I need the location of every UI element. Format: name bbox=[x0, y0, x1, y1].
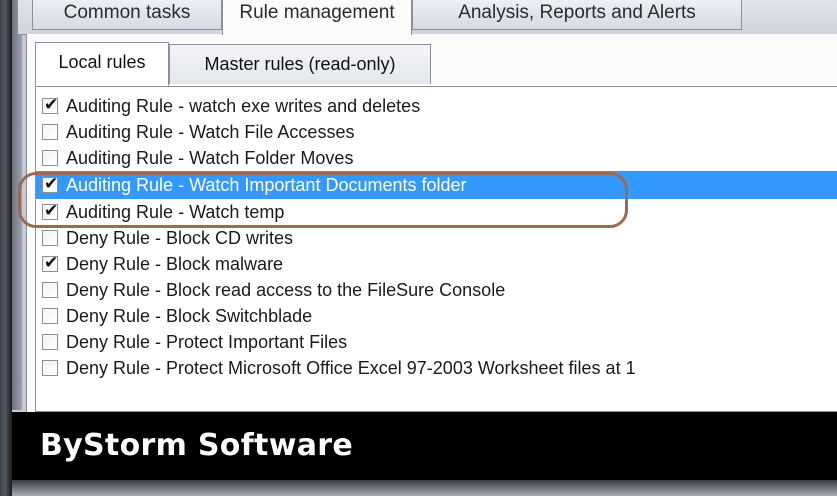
rule-management-panel: Local rules Master rules (read-only) ✔ A… bbox=[26, 34, 837, 412]
rule-label: Deny Rule - Protect Microsoft Office Exc… bbox=[66, 358, 636, 378]
rule-label: Auditing Rule - Watch File Accesses bbox=[66, 122, 355, 142]
tab-master-rules[interactable]: Master rules (read-only) bbox=[169, 44, 431, 84]
rule-row[interactable]: Auditing Rule - Watch Folder Moves bbox=[36, 145, 837, 171]
rule-checkbox[interactable]: ✔ bbox=[42, 174, 58, 194]
rule-row[interactable]: Deny Rule - Block read access to the Fil… bbox=[36, 277, 837, 303]
rule-row[interactable]: ✔ Deny Rule - Block malware bbox=[36, 251, 837, 277]
tab-analysis-reports-alerts[interactable]: Analysis, Reports and Alerts bbox=[412, 0, 742, 30]
rule-row-selected[interactable]: ✔ Auditing Rule - Watch Important Docume… bbox=[36, 171, 837, 199]
rule-label: Auditing Rule - Watch temp bbox=[66, 202, 285, 222]
rule-label: Deny Rule - Block read access to the Fil… bbox=[66, 280, 506, 300]
rule-row[interactable]: Deny Rule - Block Switchblade bbox=[36, 303, 837, 329]
brand-name: ByStorm Software bbox=[40, 428, 353, 463]
tab-local-rules[interactable]: Local rules bbox=[35, 42, 169, 86]
rule-label: Deny Rule - Block malware bbox=[66, 254, 284, 274]
rule-label: Deny Rule - Block Switchblade bbox=[66, 306, 313, 326]
rule-label: Auditing Rule - Watch Important Document… bbox=[66, 175, 467, 195]
rule-checkbox[interactable] bbox=[42, 150, 58, 166]
checkmark-icon: ✔ bbox=[44, 253, 59, 273]
rule-label: Auditing Rule - watch exe writes and del… bbox=[66, 96, 421, 116]
rule-label: Deny Rule - Block CD writes bbox=[66, 228, 294, 248]
rule-row[interactable]: Deny Rule - Protect Important Files bbox=[36, 329, 837, 355]
rule-label: Auditing Rule - Watch Folder Moves bbox=[66, 148, 354, 168]
rule-label: Deny Rule - Protect Important Files bbox=[66, 332, 348, 352]
rules-tab-strip: Local rules Master rules (read-only) bbox=[35, 42, 837, 86]
rule-checkbox[interactable] bbox=[42, 230, 58, 246]
rule-checkbox[interactable] bbox=[42, 124, 58, 140]
rule-row[interactable]: Deny Rule - Protect Microsoft Office Exc… bbox=[36, 355, 837, 381]
checkmark-icon: ✔ bbox=[44, 174, 59, 194]
rule-checkbox[interactable]: ✔ bbox=[42, 95, 58, 115]
tab-rule-management[interactable]: Rule management bbox=[222, 0, 412, 35]
rule-checkbox[interactable] bbox=[42, 360, 58, 376]
rule-row[interactable]: ✔ Auditing Rule - Watch temp bbox=[36, 199, 837, 225]
window-frame-inner bbox=[12, 0, 22, 410]
rule-checkbox[interactable] bbox=[42, 334, 58, 350]
checkmark-icon: ✔ bbox=[44, 201, 59, 221]
rule-row[interactable]: ✔ Auditing Rule - watch exe writes and d… bbox=[36, 93, 837, 119]
window-bottom-edge bbox=[12, 480, 837, 496]
rule-checkbox[interactable]: ✔ bbox=[42, 253, 58, 273]
rule-checkbox[interactable]: ✔ bbox=[42, 201, 58, 221]
rule-row[interactable]: Auditing Rule - Watch File Accesses bbox=[36, 119, 837, 145]
main-tab-strip: Common tasks Rule management Analysis, R… bbox=[18, 0, 837, 35]
window-frame-edge bbox=[0, 0, 12, 496]
rules-checklist[interactable]: ✔ Auditing Rule - watch exe writes and d… bbox=[35, 86, 837, 412]
rule-checkbox[interactable] bbox=[42, 308, 58, 324]
tab-common-tasks[interactable]: Common tasks bbox=[32, 0, 222, 30]
app-window: Common tasks Rule management Analysis, R… bbox=[0, 0, 837, 496]
rule-row[interactable]: Deny Rule - Block CD writes bbox=[36, 225, 837, 251]
checkmark-icon: ✔ bbox=[44, 95, 59, 115]
rule-checkbox[interactable] bbox=[42, 282, 58, 298]
